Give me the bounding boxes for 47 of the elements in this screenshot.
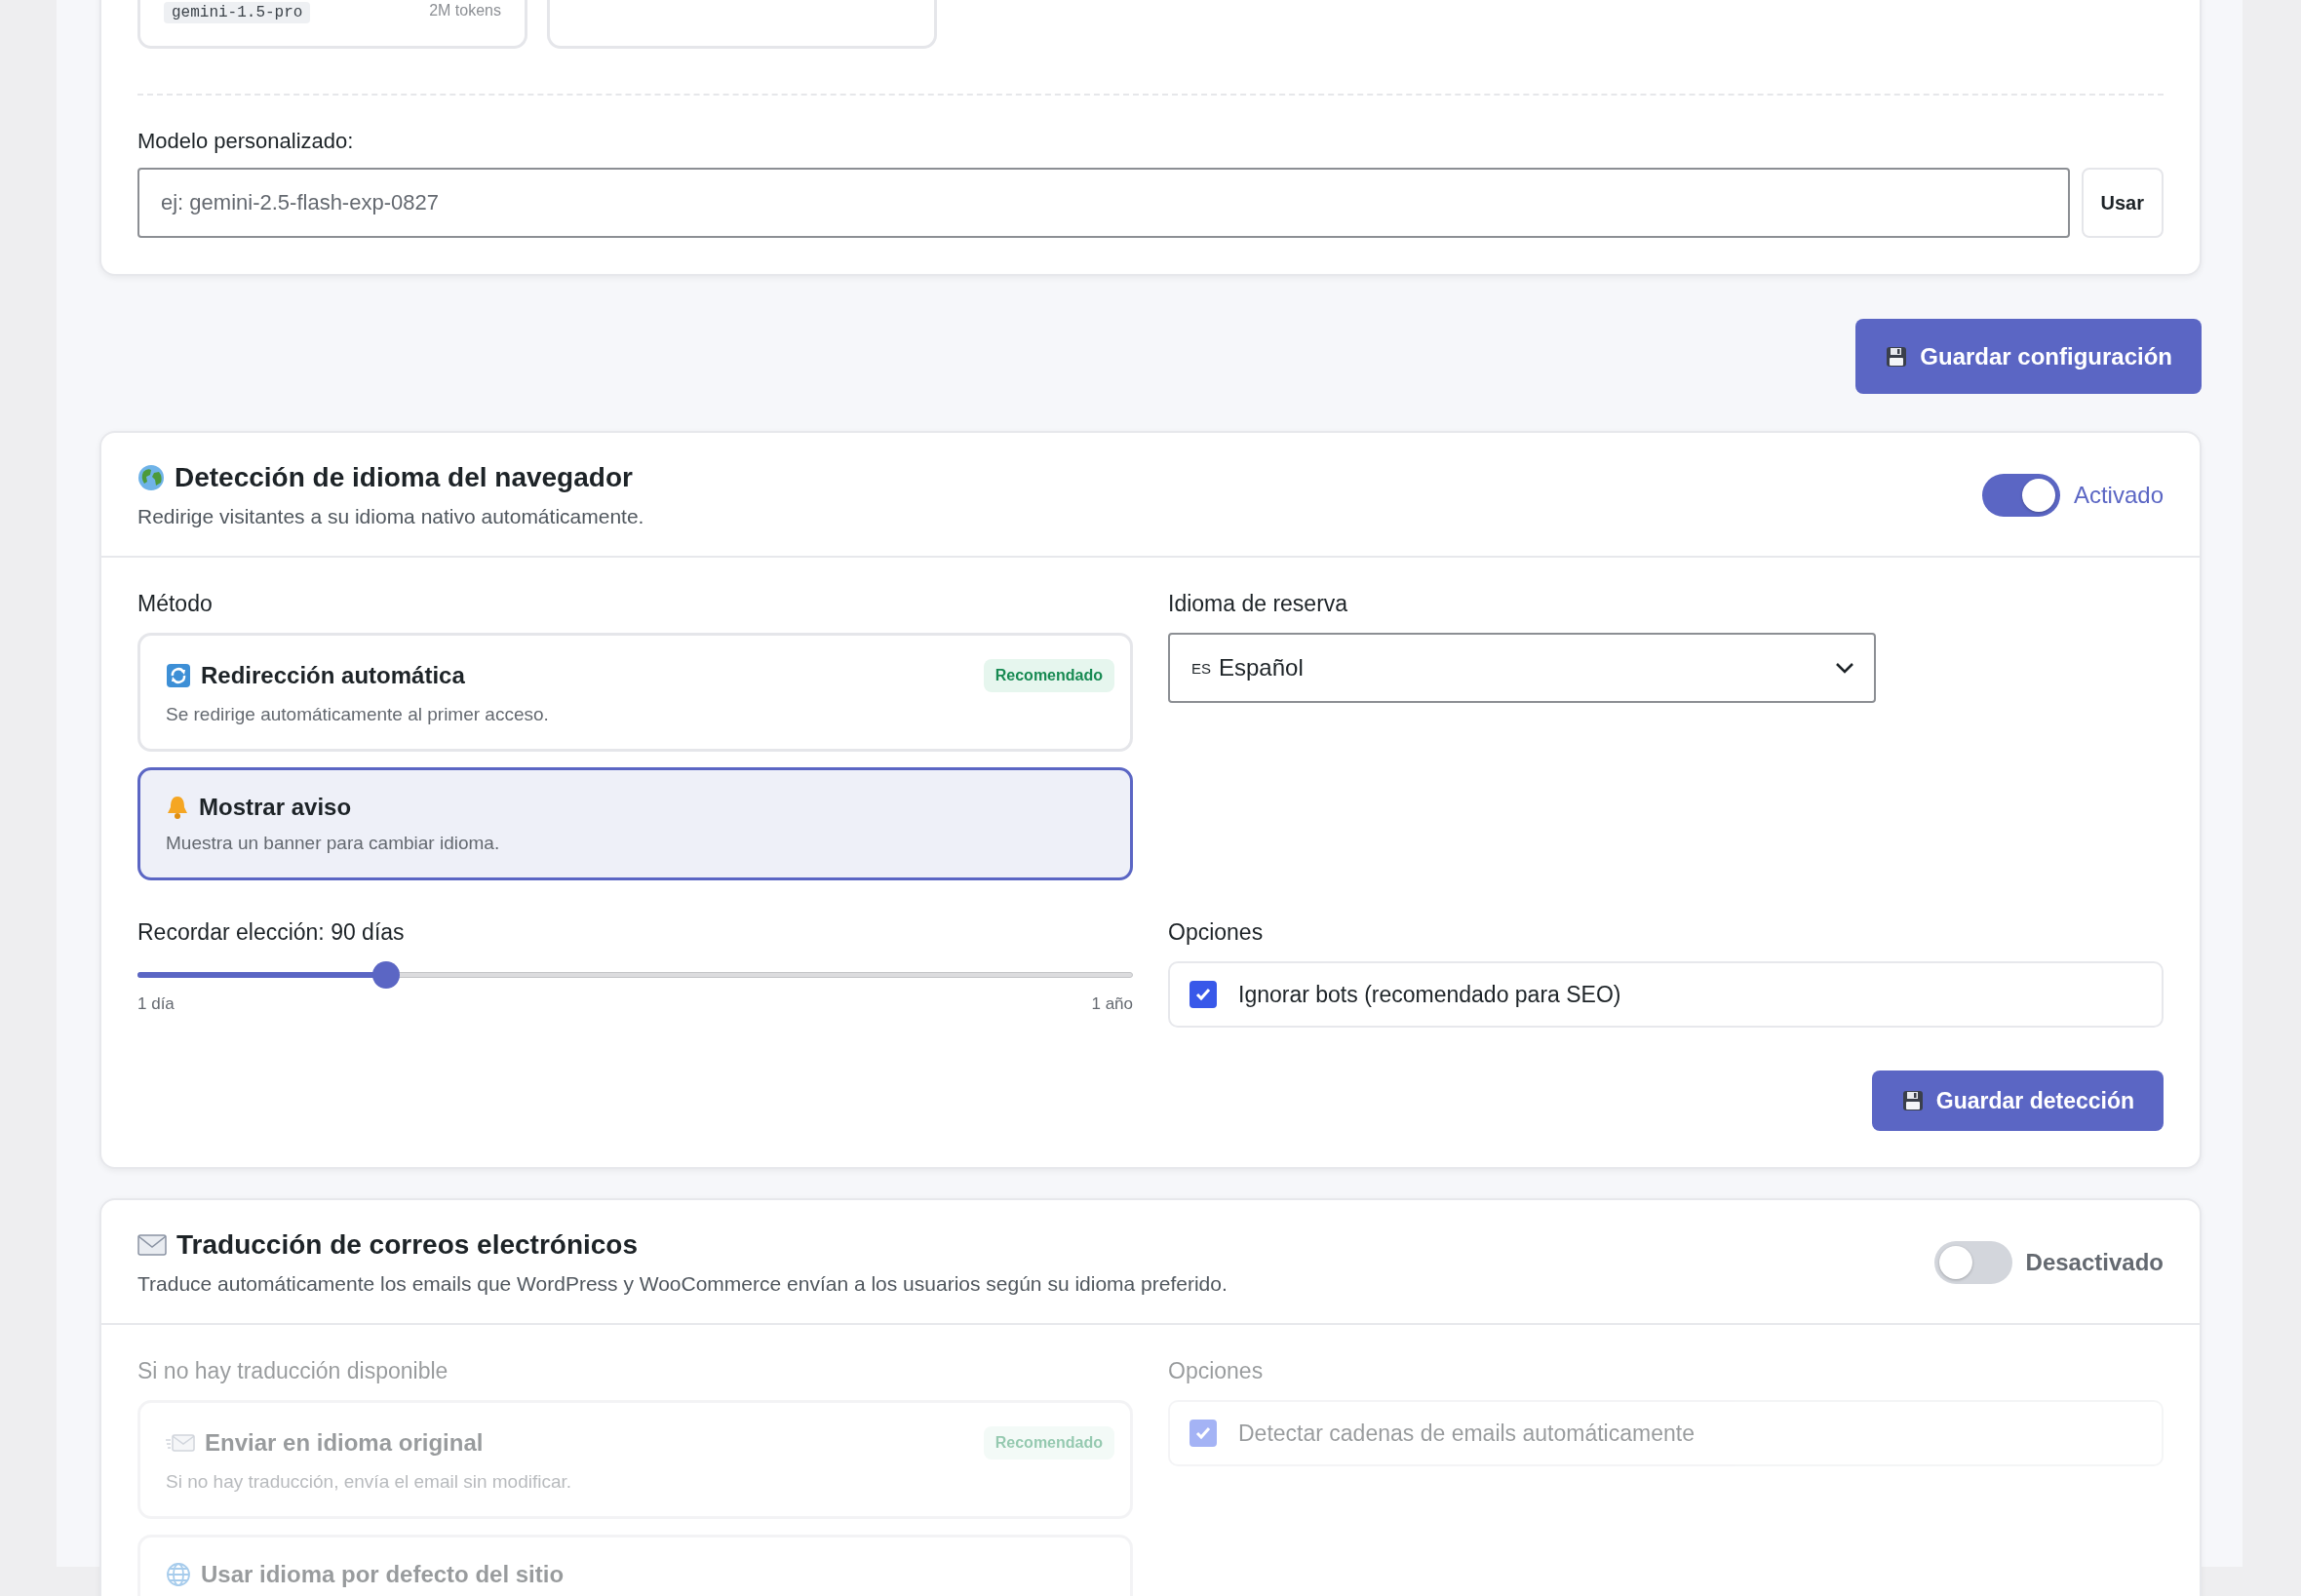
language-select[interactable]: ES Español <box>1168 633 1876 703</box>
use-button[interactable]: Usar <box>2081 168 2164 238</box>
option-card[interactable]: Mostrar aviso Muestra un banner para cambiar idioma. <box>137 767 1133 880</box>
save-button[interactable]: Guardar configuración <box>1855 319 2202 394</box>
option-description: Se redirige automáticamente al primer acceso. <box>166 704 550 725</box>
option-label: Ignorar bots (recomendado para SEO) <box>1238 981 1621 1008</box>
globe-icon <box>137 464 165 491</box>
toggle-switch[interactable] <box>1933 1241 2012 1284</box>
field-label: Opciones <box>1168 1358 1265 1384</box>
section-title: Detección de idioma del navegador <box>175 462 633 493</box>
option-title: Redirección automática <box>201 662 465 689</box>
toggle-switch[interactable] <box>1981 474 2060 517</box>
refresh-icon <box>166 663 191 688</box>
field-label: Método <box>137 591 214 617</box>
toggle-label: Desactivado <box>2025 1249 2164 1276</box>
option-title: Mostrar aviso <box>199 794 352 821</box>
bell-icon <box>166 795 189 820</box>
slider-label: Recordar elección: 90 días <box>137 919 406 946</box>
field-label: Opciones <box>1168 919 1265 946</box>
context-size: 2M tokens <box>429 2 501 19</box>
section-description: Redirige visitantes a su idioma nativo automáticamente. <box>137 505 644 528</box>
option-label: Detectar cadenas de emails automáticamente <box>1238 1420 1695 1447</box>
slider-max-label: 1 año <box>1091 994 1133 1014</box>
globe-icon <box>166 1562 191 1587</box>
field-label: Si no hay traducción disponible <box>137 1358 449 1384</box>
checkbox[interactable] <box>1190 981 1217 1008</box>
chevron-down-icon <box>1835 662 1854 674</box>
input-field[interactable]: ej: gemini-2.5-flash-exp-0827 <box>137 168 2070 238</box>
option-title: Enviar en idioma original <box>205 1429 484 1457</box>
recommended-badge: Recomendado <box>983 659 1114 692</box>
envelope-icon <box>166 1432 195 1454</box>
recommended-badge: Recomendado <box>983 1426 1114 1460</box>
save-button[interactable]: Guardar detección <box>1871 1070 2164 1131</box>
section-title: Traducción de correos electrónicos <box>176 1229 639 1261</box>
toggle-label: Activado <box>2073 482 2164 509</box>
field-label: Idioma de reserva <box>1168 591 1349 617</box>
envelope-icon <box>137 1234 167 1256</box>
model-code: gemini-1.5-pro <box>164 2 311 23</box>
option-description: Si no hay traducción, envía el email sin modificar. <box>166 1471 573 1493</box>
section-description: Traduce automáticamente los emails que WordPress y WooCommerce envían a los usuarios según su idioma preferido. <box>137 1272 1228 1296</box>
option-title: Usar idioma por defecto del sitio <box>201 1561 565 1588</box>
model-card[interactable]: gemini-1.5-pro 2M tokens <box>137 0 527 49</box>
option-description: Muestra un banner para cambiar idioma. <box>166 833 501 854</box>
slider-min-label: 1 día <box>137 994 175 1014</box>
option-card[interactable]: Redirección automática Recomendado Se redirige automáticamente al primer acceso. <box>137 633 1133 752</box>
slider[interactable] <box>137 961 1133 989</box>
field-label: Modelo personalizado: <box>137 129 355 154</box>
